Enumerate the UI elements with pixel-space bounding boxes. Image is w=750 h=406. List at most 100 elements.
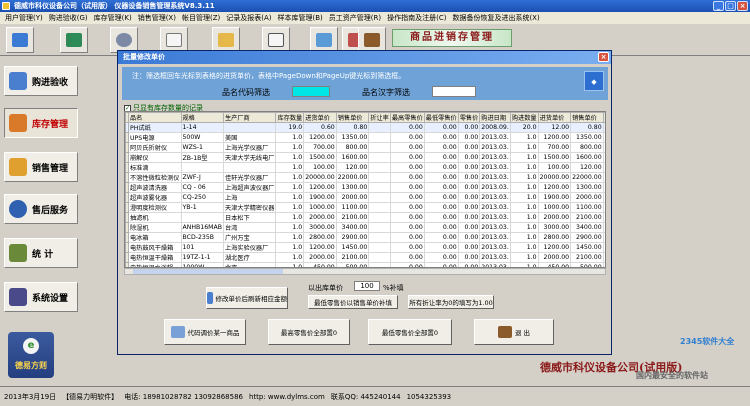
table-cell[interactable]: 1500.00 <box>303 152 337 163</box>
table-cell[interactable]: 1000.00 <box>537 202 572 213</box>
table-row[interactable]: UPS电源 500W 美国 1.0 1200.00 1350.00 0.00 0.00 0.00… <box>125 132 605 143</box>
table-cell[interactable]: 2013.03. <box>479 252 511 263</box>
sidebar-item-inventory[interactable]: 库存管理 <box>4 108 78 138</box>
table-cell[interactable]: 0.00 <box>457 202 481 213</box>
min-retail-fill-button[interactable]: 最低零售价以销售单价补填 <box>308 295 398 309</box>
table-cell[interactable]: 20.0 <box>509 122 539 133</box>
table-cell[interactable]: 0.00 <box>389 142 425 153</box>
table-cell[interactable] <box>368 212 391 223</box>
table-cell[interactable]: 800.00 <box>335 142 370 153</box>
table-cell[interactable]: 1.0 <box>509 162 539 173</box>
table-cell[interactable]: 1.0 <box>509 242 539 253</box>
table-cell[interactable] <box>602 182 605 193</box>
sidebar-item-settings[interactable]: 系统设置 <box>4 282 78 312</box>
table-cell[interactable] <box>602 172 605 183</box>
table-cell[interactable] <box>602 142 605 153</box>
table-cell[interactable]: 0.00 <box>389 212 425 223</box>
table-cell[interactable] <box>180 212 224 223</box>
table-cell[interactable]: 120.00 <box>570 162 604 173</box>
table-cell[interactable]: 101 <box>180 242 224 253</box>
table-cell[interactable]: 1300.00 <box>570 182 604 193</box>
table-cell[interactable] <box>602 212 605 223</box>
table-cell[interactable]: 0.00 <box>389 172 425 183</box>
table-cell[interactable]: 1.0 <box>275 232 305 243</box>
table-cell[interactable]: 1.0 <box>509 202 539 213</box>
column-header[interactable]: 生产厂商 <box>222 112 277 123</box>
sidebar-item-sales[interactable]: 销售管理 <box>4 152 78 182</box>
table-cell[interactable]: 2013.03. <box>479 192 511 203</box>
table-cell[interactable]: 19.0 <box>275 122 305 133</box>
table-cell[interactable]: 2013.03. <box>479 132 511 143</box>
table-cell[interactable]: 美国 <box>222 132 277 143</box>
table-cell[interactable]: 0.80 <box>570 122 604 133</box>
table-cell[interactable]: 0.00 <box>423 252 459 263</box>
table-cell[interactable]: 上海实验仪器厂 <box>222 242 277 253</box>
table-cell[interactable]: BCD-235B <box>180 232 224 243</box>
menu-user[interactable]: 用户管理(Y) <box>2 13 46 23</box>
table-cell[interactable]: 0.00 <box>457 152 481 163</box>
table-cell[interactable]: 天津大学无线电厂 <box>222 152 277 163</box>
menu-backup[interactable]: 数据备份恢复及进出系统(X) <box>449 13 542 23</box>
menu-accounts[interactable]: 帐目管理(Z) <box>179 13 223 23</box>
table-cell[interactable]: 2013.03. <box>479 182 511 193</box>
table-cell[interactable]: 2008.09. <box>479 122 511 133</box>
table-cell[interactable]: 800.00 <box>570 142 604 153</box>
table-cell[interactable]: 1350.00 <box>570 132 604 143</box>
table-cell[interactable]: 1.0 <box>275 152 305 163</box>
table-cell[interactable] <box>368 132 391 143</box>
sidebar-item-purchase[interactable]: 购进验收 <box>4 66 78 96</box>
table-cell[interactable]: 1200.00 <box>537 132 572 143</box>
table-row[interactable]: 标准滴 1.0 100.00 120.00 0.00 0.00 0.00 2013.03. 1.… <box>125 162 605 173</box>
table-cell[interactable] <box>602 122 605 133</box>
table-cell[interactable]: 0.00 <box>389 252 425 263</box>
table-cell[interactable]: 0.00 <box>423 192 459 203</box>
table-cell[interactable]: 1200.00 <box>303 242 337 253</box>
table-cell[interactable] <box>602 152 605 163</box>
table-cell[interactable] <box>368 242 391 253</box>
table-cell[interactable]: 0.60 <box>303 122 337 133</box>
table-cell[interactable]: 0.00 <box>423 232 459 243</box>
column-header[interactable]: 折让率 <box>368 112 391 123</box>
table-cell[interactable]: 19TZ-1-1 <box>180 252 224 263</box>
table-cell[interactable]: 广州万宝 <box>222 232 277 243</box>
column-header[interactable]: 最高零售价 <box>389 112 425 123</box>
table-cell[interactable]: 3000.00 <box>537 222 572 233</box>
table-cell[interactable]: 2900.00 <box>335 232 370 243</box>
sidebar-item-stats[interactable]: 统 计 <box>4 238 78 268</box>
table-cell[interactable]: 上海光学仪器厂 <box>222 142 277 153</box>
table-row[interactable]: 电热恒温干燥箱 19TZ-1-1 湖北医疗 1.0 2000.00 2100.00 0.00… <box>125 252 605 263</box>
table-cell[interactable]: 1.0 <box>275 212 305 223</box>
table-cell[interactable]: 12.00 <box>537 122 572 133</box>
column-header[interactable]: 进货单价 <box>537 112 572 123</box>
table-cell[interactable]: 1.0 <box>509 212 539 223</box>
table-cell[interactable] <box>222 162 277 173</box>
table-cell[interactable]: 佳轩光学仪器厂 <box>222 172 277 183</box>
table-cell[interactable] <box>368 142 391 153</box>
table-cell[interactable] <box>368 252 391 263</box>
min-retail-zero-button[interactable]: 最低零售价全部置0 <box>368 319 452 345</box>
table-cell[interactable]: 700.00 <box>537 142 572 153</box>
table-cell[interactable]: 0.00 <box>457 222 481 233</box>
table-row[interactable]: 不溶性微粒检测仪 ZWF-J 佳轩光学仪器厂 1.0 20000.00 22000.00 0… <box>125 172 605 183</box>
table-cell[interactable]: 1900.00 <box>537 192 572 203</box>
table-cell[interactable]: 1350.00 <box>335 132 370 143</box>
table-cell[interactable]: ANHB16MAB <box>180 222 224 233</box>
table-cell[interactable]: CQ - 06 <box>180 182 224 193</box>
table-cell[interactable]: 0.00 <box>423 122 459 133</box>
table-cell[interactable]: 3000.00 <box>303 222 337 233</box>
table-cell[interactable]: 0.00 <box>457 172 481 183</box>
table-cell[interactable] <box>368 162 391 173</box>
table-cell[interactable]: 2100.00 <box>335 252 370 263</box>
max-retail-zero-button[interactable]: 最高零售价全部置0 <box>268 319 350 345</box>
table-cell[interactable]: 0.00 <box>423 162 459 173</box>
table-cell[interactable] <box>602 162 605 173</box>
table-cell[interactable]: 0.00 <box>423 152 459 163</box>
table-cell[interactable]: 0.00 <box>423 202 459 213</box>
discount-fill-button[interactable]: 所有折让率为0的填写为1.00 <box>408 295 494 309</box>
table-cell[interactable]: 1.0 <box>509 252 539 263</box>
modify-price-refresh-button[interactable]: 修改单价后刷新相应金额 <box>206 287 288 309</box>
table-cell[interactable] <box>368 222 391 233</box>
table-cell[interactable]: 1450.00 <box>570 242 604 253</box>
table-cell[interactable]: 0.00 <box>457 242 481 253</box>
table-cell[interactable]: 120.00 <box>335 162 370 173</box>
